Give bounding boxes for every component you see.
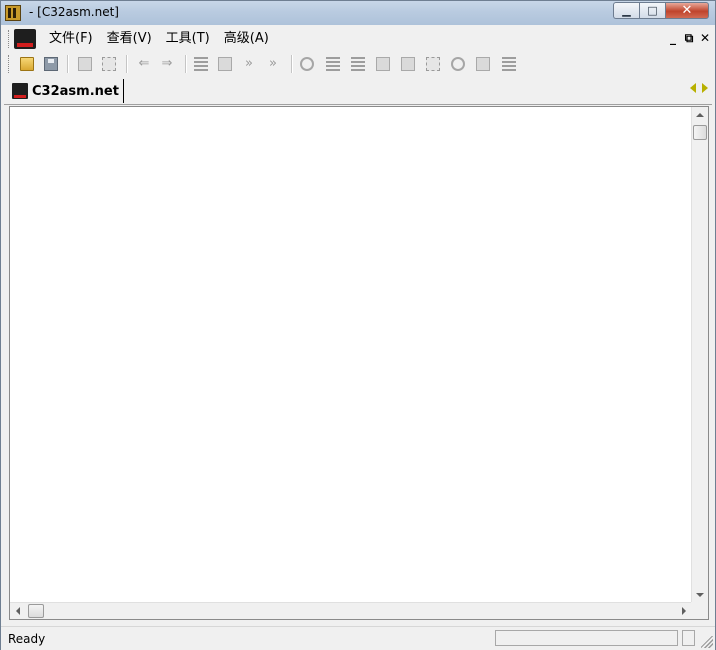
menu-advanced[interactable]: 高级(A) (217, 31, 276, 47)
menu-items: 文件(F) 查看(V) 工具(T) 高级(A) (42, 31, 276, 47)
gear-icon (451, 57, 465, 71)
goto-address-icon (218, 57, 232, 71)
dots-icon (426, 57, 440, 71)
copy-button[interactable] (76, 55, 94, 73)
save-icon (44, 57, 58, 71)
step-button[interactable]: » (240, 55, 258, 73)
grid-button[interactable] (500, 55, 518, 73)
caption-buttons: ▁ □ ✕ (613, 2, 709, 20)
menu-tools[interactable]: 工具(T) (159, 31, 217, 47)
horizontal-scrollbar[interactable] (10, 602, 692, 619)
close-icon: ✕ (681, 3, 693, 18)
scroll-right-icon[interactable] (682, 607, 686, 615)
scroll-down-icon[interactable] (696, 593, 704, 597)
scroll-up-icon[interactable] (696, 113, 704, 117)
status-pane-small (682, 630, 695, 646)
mdi-restore-button[interactable]: ⧉ (684, 31, 694, 46)
menu-file[interactable]: 文件(F) (42, 31, 100, 47)
app-icon[interactable] (5, 5, 21, 21)
open-icon (20, 57, 34, 71)
toolbar-grip[interactable] (8, 55, 12, 73)
format-icon (376, 57, 390, 71)
status-pane (495, 630, 678, 646)
step-over-button[interactable]: » (264, 55, 282, 73)
tab-c32asm[interactable]: C32asm.net (8, 79, 124, 103)
minimize-icon: ▁ (622, 4, 631, 17)
find-icon (102, 57, 116, 71)
step-icon: » (245, 56, 253, 71)
toolbar-separator (126, 55, 128, 73)
scroll-left-icon[interactable] (16, 607, 20, 615)
toolbar-separator (291, 55, 293, 73)
hex-button[interactable] (399, 55, 417, 73)
main-window: - [C32asm.net] ▁ □ ✕ 文件(F) 查看(V) 工具(T) 高… (0, 0, 716, 650)
goto-button[interactable] (192, 55, 210, 73)
save-button[interactable] (42, 55, 60, 73)
dots-button[interactable] (424, 55, 442, 73)
back-button[interactable]: ⇐ (135, 55, 153, 73)
scrollbar-corner (691, 602, 708, 619)
vertical-scrollbar[interactable] (691, 107, 708, 603)
horizontal-scroll-thumb[interactable] (28, 604, 44, 618)
tab-strip: C32asm.net (4, 77, 712, 105)
run-icon (300, 57, 314, 71)
document-tab-icon (12, 83, 28, 99)
step-over-icon: » (269, 56, 277, 71)
resize-grip-icon[interactable] (701, 636, 713, 648)
mdi-minimize-button[interactable]: _ (668, 31, 678, 46)
toolbar-separator (67, 55, 69, 73)
status-text: Ready (8, 632, 46, 646)
list-icon (326, 57, 340, 71)
indent-button[interactable] (349, 55, 367, 73)
goto-icon (194, 57, 208, 71)
tab-label: C32asm.net (32, 83, 119, 99)
vertical-scroll-thumb[interactable] (693, 125, 707, 140)
goto-address-button[interactable] (216, 55, 234, 73)
minimize-button[interactable]: ▁ (613, 2, 639, 19)
tab-scroll-right-icon[interactable] (702, 83, 708, 93)
menu-grip[interactable] (8, 30, 12, 48)
menu-view[interactable]: 查看(V) (100, 31, 159, 47)
mdi-buttons: _ ⧉ ✕ (668, 31, 710, 46)
bar-button[interactable] (474, 55, 492, 73)
format-button[interactable] (374, 55, 392, 73)
forward-icon: ⇒ (161, 56, 173, 71)
editor-area[interactable] (9, 106, 709, 620)
indent-icon (351, 57, 365, 71)
menu-bar: 文件(F) 查看(V) 工具(T) 高级(A) _ ⧉ ✕ (4, 27, 712, 51)
document-icon[interactable] (14, 29, 36, 49)
toolbar: ⇐ ⇒ » » (4, 52, 712, 76)
mdi-close-button[interactable]: ✕ (700, 31, 710, 46)
close-button[interactable]: ✕ (665, 2, 709, 19)
maximize-icon: □ (647, 4, 658, 17)
run-button[interactable] (298, 55, 316, 73)
hex-icon (401, 57, 415, 71)
copy-icon (78, 57, 92, 71)
bar-icon (476, 57, 490, 71)
tab-scroll-left-icon[interactable] (690, 83, 696, 93)
gear-button[interactable] (449, 55, 467, 73)
list-button[interactable] (324, 55, 342, 73)
open-button[interactable] (18, 55, 36, 73)
grid-icon (502, 57, 516, 71)
back-icon: ⇐ (138, 56, 150, 71)
window-title: - [C32asm.net] (29, 5, 119, 19)
toolbar-separator (185, 55, 187, 73)
status-bar: Ready (1, 626, 715, 650)
maximize-button[interactable]: □ (639, 2, 665, 19)
tab-nav (690, 83, 708, 93)
title-bar[interactable]: - [C32asm.net] ▁ □ ✕ (1, 1, 715, 25)
forward-button[interactable]: ⇒ (158, 55, 176, 73)
find-button[interactable] (100, 55, 118, 73)
